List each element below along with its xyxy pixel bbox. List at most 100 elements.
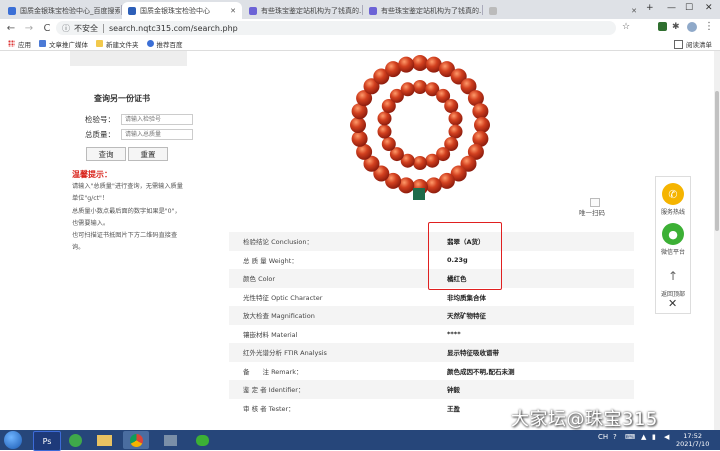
wechat-button[interactable]: ● 微信平台 [656, 223, 690, 256]
wechat-taskbar-icon[interactable] [189, 431, 215, 449]
tab-label: 有些珠宝鉴定站机构为了钱真的... [381, 6, 481, 15]
cert-number-label: 检验号： [85, 115, 115, 124]
table-row: 鉴 定 者 Identifier： 钟毅 [229, 380, 634, 399]
tab-article-1[interactable]: 有些珠宝鉴定站机构为了钱真的... ✕ [243, 2, 361, 19]
bead [351, 130, 368, 147]
cert-number-row: 检验号： [85, 114, 193, 125]
tips-title: 温馨提示： [72, 170, 112, 179]
table-row: 光性特征 Optic Character 非均质集合体 [243, 293, 486, 302]
photoshop-icon[interactable]: Ps [33, 431, 61, 451]
bead [413, 80, 427, 94]
tab-nqtc[interactable]: 国质金银珠宝检验中心 ✕ [122, 2, 242, 19]
bead [472, 103, 489, 120]
hotline-button[interactable]: ✆ 服务热线 [656, 183, 690, 216]
page-icon [489, 6, 497, 15]
window-close-icon[interactable]: ✕ [705, 3, 713, 13]
tab-baidu-search[interactable]: 国质金银珠宝检验中心_百度搜索 ✕ [2, 2, 120, 19]
bead [400, 82, 415, 97]
tab-label: 国质金银珠宝检验中心_百度搜索 [20, 6, 120, 15]
bead [413, 156, 427, 170]
site-icon [128, 6, 136, 15]
weight-row: 总质量： [85, 129, 193, 140]
arrow-up-icon: ↑ [662, 265, 684, 287]
bead [425, 177, 442, 194]
tab-blank[interactable]: ✕ [483, 2, 643, 19]
table-row: 放大检查 Magnification 天然矿物特征 [229, 306, 634, 325]
bookmark-new-folder[interactable]: 新建文件夹 [96, 39, 139, 49]
site-icon [249, 6, 257, 15]
maximize-icon[interactable]: ☐ [685, 3, 693, 13]
avatar[interactable] [687, 22, 697, 32]
refresh-app-icon[interactable] [62, 431, 88, 449]
warning-icon: ⓘ [62, 23, 70, 33]
extension-icon[interactable] [658, 22, 667, 31]
bookmark-icon [39, 40, 46, 47]
query-button[interactable]: 查询 [86, 147, 126, 161]
bead [412, 55, 428, 71]
weight-label: 总质量： [85, 130, 115, 139]
tab-bar: 国质金银珠宝检验中心_百度搜索 ✕ 国质金银珠宝检验中心 ✕ 有些珠宝鉴定站机构… [0, 0, 720, 19]
site-icon [369, 6, 377, 15]
system-clock[interactable]: 17:52 2021/7/10 [676, 432, 709, 448]
reset-button[interactable]: 重置 [128, 147, 168, 161]
help-icon[interactable]: ? [613, 433, 617, 441]
product-photo [350, 55, 490, 200]
highlight-annotation-box [428, 222, 502, 290]
folder-icon [96, 40, 103, 47]
volume-icon[interactable]: ◀ [664, 433, 669, 441]
back-icon[interactable]: ← [4, 23, 18, 34]
tab-close-icon[interactable]: ✕ [226, 7, 236, 15]
tab-close-icon[interactable]: ✕ [627, 7, 637, 15]
baidu-icon [146, 40, 154, 47]
back-to-top-button[interactable]: ↑ 返回顶部 [656, 265, 690, 298]
reload-icon[interactable]: C [40, 23, 54, 34]
security-label: 不安全 [74, 23, 98, 33]
sidebar-close-icon[interactable]: ✕ [668, 297, 677, 310]
start-button[interactable] [4, 431, 22, 449]
forward-icon[interactable]: → [22, 23, 36, 34]
forum-watermark: 大家坛@珠宝315 [511, 409, 658, 430]
bead [448, 124, 463, 139]
bookmark-article-media[interactable]: 文章推广媒体 [39, 39, 88, 49]
apps-grid-icon [8, 40, 15, 47]
star-icon[interactable]: ☆ [622, 22, 630, 32]
file-explorer-icon[interactable] [91, 431, 117, 449]
weight-input[interactable] [121, 129, 193, 140]
reading-list[interactable]: 阅读清单 [674, 39, 712, 49]
bead [398, 56, 415, 73]
network-icon[interactable]: ▮ [652, 433, 656, 441]
tab-article-2[interactable]: 有些珠宝鉴定站机构为了钱真的... ✕ [363, 2, 481, 19]
cert-number-input[interactable] [121, 114, 193, 125]
phone-icon: ✆ [662, 183, 684, 205]
table-row: 镶嵌材料 Material **** [243, 329, 461, 339]
bead [350, 117, 366, 133]
bookmark-baidu[interactable]: 推荐百度 [146, 39, 183, 49]
table-row: 红外光谱分析 FTIR Analysis 显示特征吸收谱带 [229, 343, 634, 362]
taskbar: Ps CH ? ⌨ ▲ ▮ ◀ [0, 430, 720, 451]
tray-arrow-icon[interactable]: ▲ [641, 433, 646, 441]
qr-image-placeholder [590, 198, 600, 207]
floating-sidebar: ✆ 服务热线 ● 微信平台 ↑ 返回顶部 [655, 176, 691, 314]
url-text: search.nqtc315.com/search.php [109, 23, 238, 33]
bead [444, 99, 459, 113]
url-input[interactable]: ⓘ 不安全 search.nqtc315.com/search.php [56, 21, 616, 35]
vertical-scrollbar[interactable] [714, 51, 720, 430]
tab-label: 国质金银珠宝检验中心 [140, 6, 210, 15]
bead [474, 117, 490, 133]
menu-icon[interactable]: ⋮ [704, 21, 714, 32]
minimize-icon[interactable]: — [667, 3, 676, 13]
keyboard-icon[interactable]: ⌨ [625, 433, 635, 441]
bead [377, 111, 392, 126]
media-player-icon[interactable] [157, 431, 183, 449]
new-tab-icon[interactable]: + [646, 3, 654, 13]
baidu-icon [8, 6, 16, 15]
chrome-icon[interactable] [123, 431, 149, 449]
bookmark-apps[interactable]: 应用 [8, 39, 31, 49]
wechat-icon: ● [662, 223, 684, 245]
bead [448, 111, 463, 126]
input-language[interactable]: CH [598, 433, 608, 441]
left-panel-header [70, 51, 187, 66]
puzzle-icon[interactable]: ✱ [672, 22, 680, 32]
tab-label: 有些珠宝鉴定站机构为了钱真的... [261, 6, 361, 15]
bead [377, 124, 392, 139]
